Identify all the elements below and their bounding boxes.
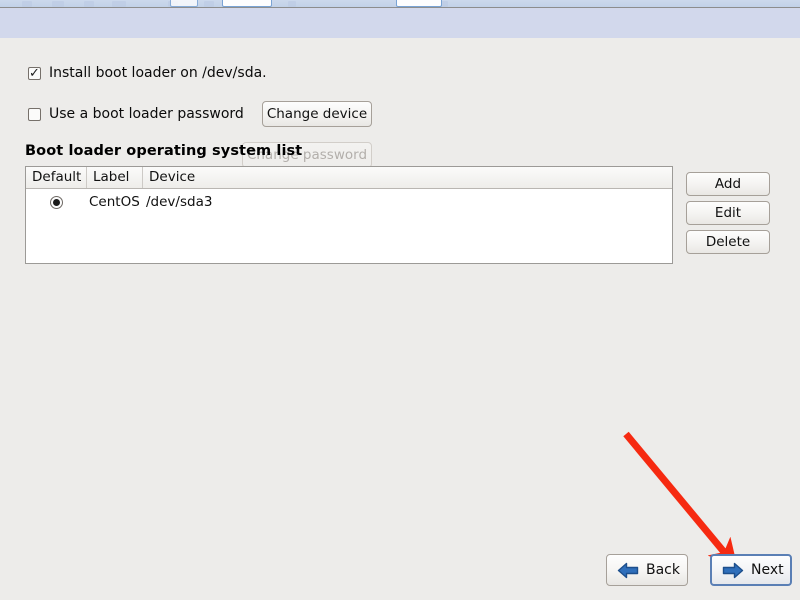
- header-band: [0, 8, 800, 38]
- default-radio-button[interactable]: [50, 195, 63, 209]
- column-header-label: Label: [87, 167, 143, 188]
- use-boot-loader-password-checkbox[interactable]: [28, 107, 41, 121]
- back-button[interactable]: Back: [606, 554, 688, 586]
- column-header-device: Device: [149, 169, 196, 185]
- toolbar-ghost-field: [396, 0, 442, 7]
- add-button[interactable]: Add: [686, 172, 770, 196]
- toolbar-ghost-field: [170, 0, 198, 7]
- next-button[interactable]: Next: [710, 554, 792, 586]
- checkmark-icon: [29, 109, 40, 120]
- main-content: ✓ Install boot loader on /dev/sda. Chang…: [0, 38, 800, 600]
- cut-off-toolbar-strip: [0, 0, 800, 7]
- checkmark-icon: ✓: [29, 65, 40, 81]
- change-device-button[interactable]: Change device: [262, 101, 372, 127]
- install-boot-loader-label: Install boot loader on /dev/sda.: [49, 65, 267, 81]
- left-arrow-icon: [617, 562, 639, 578]
- edit-button[interactable]: Edit: [686, 201, 770, 225]
- back-button-label: Back: [646, 562, 680, 578]
- os-list-actions: Add Edit Delete: [686, 172, 770, 259]
- install-boot-loader-row[interactable]: ✓ Install boot loader on /dev/sda.: [28, 65, 267, 81]
- install-boot-loader-checkbox[interactable]: ✓: [28, 65, 41, 81]
- right-arrow-icon: [722, 562, 744, 578]
- device-cell: /dev/sda3: [146, 194, 213, 210]
- delete-button[interactable]: Delete: [686, 230, 770, 254]
- column-header-default: Default: [26, 167, 87, 188]
- radio-dot-icon: [53, 198, 60, 206]
- default-cell[interactable]: [26, 195, 87, 209]
- table-header-row: Default Label Device: [26, 167, 672, 189]
- use-boot-loader-password-row[interactable]: Use a boot loader password: [28, 106, 244, 122]
- table-row[interactable]: CentOS /dev/sda3: [26, 189, 672, 215]
- label-cell: CentOS: [89, 194, 140, 210]
- os-list-title: Boot loader operating system list: [25, 143, 303, 159]
- next-button-label: Next: [751, 562, 784, 578]
- use-boot-loader-password-label: Use a boot loader password: [49, 106, 244, 122]
- os-list-table: Default Label Device CentOS /dev/sda3: [25, 166, 673, 264]
- toolbar-ghost-field: [222, 0, 272, 7]
